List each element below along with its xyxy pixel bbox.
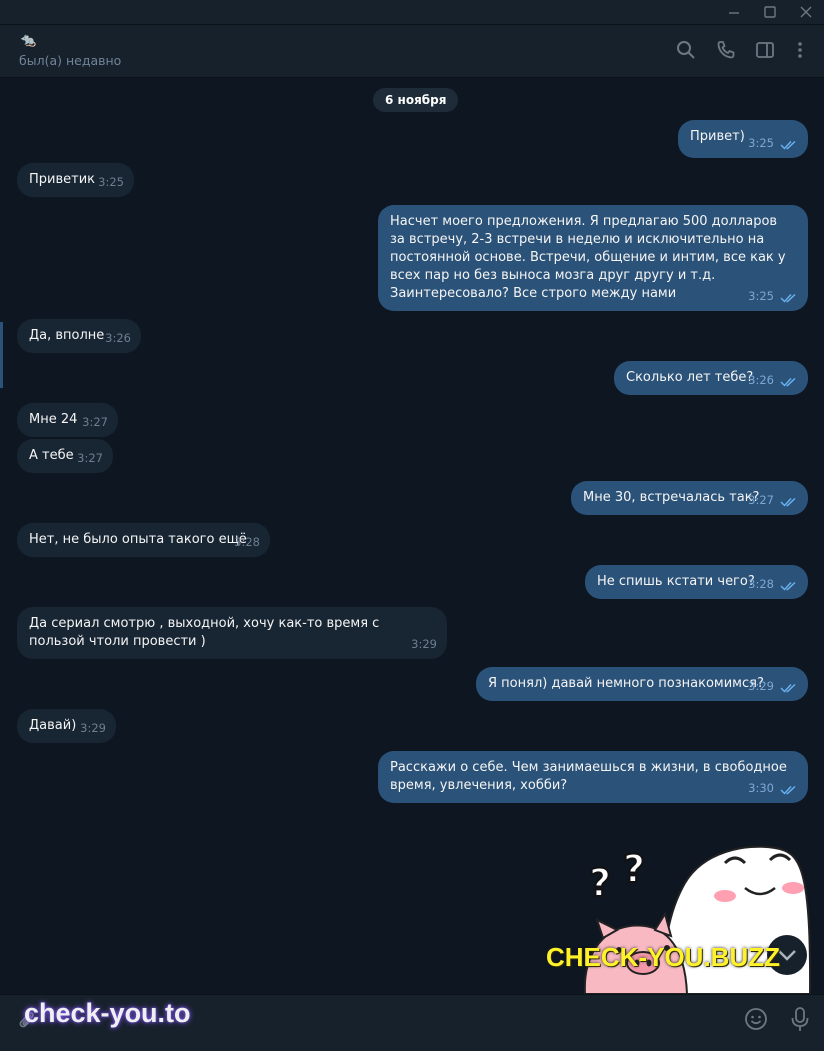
watermark-text: CHECK-YOU.BUZZ (546, 942, 780, 972)
search-icon[interactable] (675, 39, 697, 61)
message-text: Расскажи о себе. Чем занимаешься в жизни… (390, 760, 792, 793)
message-time: 3:25 (98, 175, 124, 189)
message-outgoing[interactable]: Мне 30, встречалась так? 3:27 (571, 481, 808, 515)
message-text: Сколько лет тебе? (626, 370, 754, 385)
message-time: 3:27 (77, 451, 103, 465)
selection-indicator (0, 322, 3, 388)
message-incoming[interactable]: Нет, не было опыта такого ещё 3:28 (17, 523, 270, 557)
message-outgoing[interactable]: Насчет моего предложения. Я предлагаю 50… (378, 205, 808, 311)
message-outgoing[interactable]: Сколько лет тебе? 3:26 (614, 361, 808, 395)
maximize-icon[interactable] (762, 4, 778, 20)
watermark-text: check-you.to (24, 998, 191, 1028)
close-icon[interactable] (798, 4, 814, 20)
message-time: 3:29 (411, 637, 437, 651)
more-icon[interactable] (789, 39, 811, 61)
message-text: Я понял) давай немного познакомимся? (488, 676, 764, 691)
read-checks-icon (780, 377, 796, 387)
message-outgoing[interactable]: Не спишь кстати чего? 3:28 (585, 565, 808, 599)
message-text: Нет, не было опыта такого ещё (29, 532, 247, 547)
contact-status: был(а) недавно (19, 53, 122, 68)
svg-text:?: ? (623, 847, 645, 891)
message-time: 3:25 (748, 289, 774, 303)
message-time: 3:29 (80, 721, 106, 735)
window-titlebar (0, 0, 824, 25)
message-time: 3:26 (748, 373, 774, 387)
message-time: 3:27 (82, 415, 108, 429)
mic-icon[interactable] (789, 1006, 811, 1032)
date-separator: 6 ноября (373, 88, 459, 112)
message-text: Да, вполне (29, 328, 105, 343)
message-incoming[interactable]: Да, вполне 3:26 (17, 319, 141, 353)
message-text: Приветик (29, 172, 96, 187)
message-text: Мне 24 (29, 412, 78, 427)
message-text: А тебе (29, 448, 74, 463)
emoji-icon[interactable] (744, 1007, 768, 1031)
chat-header: 🐀 был(а) недавно (0, 25, 824, 78)
message-list[interactable]: 6 ноября Привет) 3:25 Приветик 3:25 Насч… (0, 78, 824, 994)
message-time: 3:27 (748, 493, 774, 507)
message-text: Насчет моего предложения. Я предлагаю 50… (390, 214, 790, 301)
message-text: Да сериал смотрю , выходной, хочу как-то… (29, 616, 384, 649)
read-checks-icon (780, 581, 796, 591)
message-text: Мне 30, встречалась так? (583, 490, 760, 505)
message-composer: check-you.to (0, 994, 824, 1051)
message-outgoing[interactable]: Расскажи о себе. Чем занимаешься в жизни… (378, 751, 808, 803)
message-time: 3:28 (234, 535, 260, 549)
message-incoming[interactable]: Да сериал смотрю , выходной, хочу как-то… (17, 607, 447, 659)
sidebar-icon[interactable] (754, 39, 776, 61)
message-time: 3:26 (105, 331, 131, 345)
message-time: 3:30 (748, 781, 774, 795)
message-text: Давай) (29, 718, 77, 733)
svg-text:?: ? (589, 861, 611, 905)
message-incoming[interactable]: А тебе 3:27 (17, 439, 113, 473)
message-text: Привет) (690, 129, 745, 144)
message-incoming[interactable]: Давай) 3:29 (17, 709, 116, 743)
read-checks-icon (780, 293, 796, 303)
message-time: 3:29 (748, 679, 774, 693)
read-checks-icon (780, 683, 796, 693)
read-checks-icon (780, 140, 796, 150)
message-incoming[interactable]: Мне 24 3:27 (17, 403, 118, 437)
message-outgoing[interactable]: Я понял) давай немного познакомимся? 3:2… (476, 667, 808, 701)
minimize-icon[interactable] (726, 4, 742, 20)
message-incoming[interactable]: Приветик 3:25 (17, 163, 134, 197)
contact-name[interactable]: 🐀 (20, 33, 36, 48)
message-outgoing[interactable]: Привет) 3:25 (678, 120, 808, 158)
message-text: Не спишь кстати чего? (597, 574, 755, 589)
phone-icon[interactable] (715, 39, 737, 61)
message-time: 3:28 (748, 577, 774, 591)
read-checks-icon (780, 497, 796, 507)
read-checks-icon (780, 785, 796, 795)
message-time: 3:25 (748, 136, 774, 150)
